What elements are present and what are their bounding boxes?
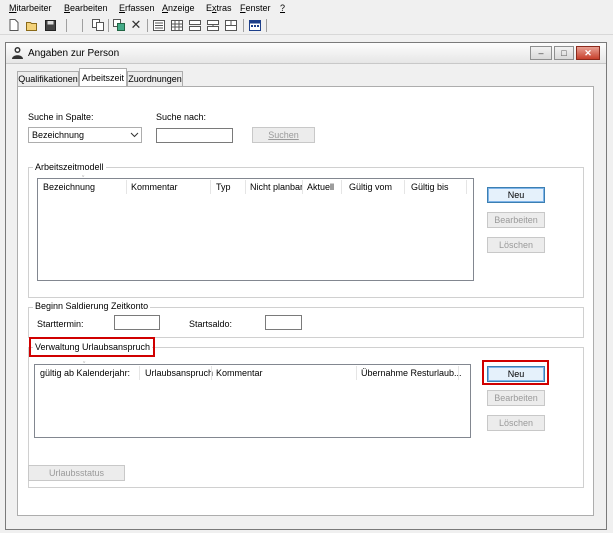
person-details-window: Angaben zur Person ‒ □ ✕ Qualifikationen… (5, 42, 607, 530)
highlight-box (482, 360, 549, 385)
urlaubsanspruch-list[interactable]: ˇ gültig ab Kalenderjahr: Urlaubsanspruc… (34, 362, 471, 438)
saldierung-group (28, 307, 584, 338)
menu-anzeige[interactable]: Anzeige (162, 3, 195, 13)
column-divider (404, 180, 405, 194)
arbeitszeitmodell-title: Arbeitszeitmodell (33, 162, 106, 172)
window-title: Angaben zur Person (28, 48, 120, 59)
column-header-gueltig-bis[interactable]: Gültig bis (411, 182, 449, 192)
column-header-gueltig-vom[interactable]: Gültig vom (349, 182, 392, 192)
chevron-down-icon (130, 129, 139, 143)
button-label: Urlaubsstatus (48, 468, 105, 478)
column-divider (245, 180, 246, 194)
toolbar-separator (108, 19, 109, 32)
button-label: Löschen (498, 418, 534, 428)
search-button-label: Suchen (268, 130, 299, 140)
column-header-kommentar[interactable]: Kommentar (216, 368, 263, 378)
menu-bearbeiten[interactable]: Bearbeiten (64, 3, 108, 13)
button-label: Bearbeiten (494, 393, 538, 403)
search-term-label: Suche nach: (156, 112, 207, 122)
toolbar-separator (266, 19, 267, 32)
startsaldo-label: Startsaldo: (189, 319, 233, 329)
column-header-aktuell[interactable]: Aktuell (307, 182, 334, 192)
urlaub-delete-button[interactable]: Löschen (487, 415, 545, 431)
link-icon[interactable] (113, 19, 125, 31)
column-header-kommentar[interactable]: Kommentar (131, 182, 178, 192)
tab-arbeitszeit[interactable]: Arbeitszeit (79, 68, 127, 86)
highlight-box (29, 337, 155, 357)
open-folder-icon[interactable] (26, 19, 38, 31)
list-view-icon[interactable] (153, 19, 165, 31)
arbeitszeitmodell-list[interactable]: ˇ Bezeichnung Kommentar Typ Nicht planba… (37, 176, 474, 281)
column-divider (126, 180, 127, 194)
column-header-urlaubsanspruch[interactable]: Urlaubsanspruch (145, 368, 213, 378)
column-header-gueltig-ab[interactable]: gültig ab Kalenderjahr: (40, 368, 130, 378)
new-document-icon[interactable] (8, 19, 20, 31)
save-icon[interactable] (44, 19, 56, 31)
tab-label: Qualifikationen (18, 74, 78, 84)
arbeitszeitmodell-edit-button[interactable]: Bearbeiten (487, 212, 545, 228)
window-titlebar[interactable]: Angaben zur Person ‒ □ ✕ (6, 43, 606, 64)
search-button[interactable]: Suchen (252, 127, 315, 143)
close-button[interactable]: ✕ (576, 46, 600, 60)
search-column-label: Suche in Spalte: (28, 112, 94, 122)
delete-icon[interactable]: ✕ (130, 17, 142, 32)
tab-qualifikationen[interactable]: Qualifikationen (17, 71, 79, 86)
tab-panel-arbeitszeit: Suche in Spalte: Bezeichnung Suche nach:… (17, 86, 594, 516)
toolbar-separator (147, 19, 148, 32)
column-header-nicht-planbar[interactable]: Nicht planbar (250, 182, 303, 192)
column-header-bezeichnung[interactable]: Bezeichnung (43, 182, 95, 192)
column-divider (302, 180, 303, 194)
urlaubsstatus-button[interactable]: Urlaubsstatus (28, 465, 125, 481)
column-header-uebernahme-resturlaub[interactable]: Übernahme Resturlaub... (361, 368, 462, 378)
column-header-typ[interactable]: Typ (216, 182, 231, 192)
grid-view-icon[interactable] (171, 19, 183, 31)
menu-erfassen[interactable]: Erfassen (119, 3, 155, 13)
toolbar: ✕ (0, 17, 613, 35)
tab-zuordnungen[interactable]: Zuordnungen (127, 71, 183, 86)
column-divider (210, 180, 211, 194)
tab-label: Zuordnungen (128, 74, 182, 84)
move-down-icon[interactable] (207, 19, 219, 31)
urlaub-edit-button[interactable]: Bearbeiten (487, 390, 545, 406)
column-divider (356, 366, 357, 380)
search-column-select[interactable]: Bezeichnung (28, 127, 142, 143)
button-label: Bearbeiten (494, 215, 538, 225)
calendar-icon[interactable] (249, 19, 261, 31)
person-icon (11, 46, 24, 61)
move-up-icon[interactable] (189, 19, 201, 31)
button-label: Neu (507, 190, 525, 200)
arbeitszeitmodell-delete-button[interactable]: Löschen (487, 237, 545, 253)
column-divider (466, 180, 467, 194)
tab-label: Arbeitszeit (81, 72, 125, 83)
maximize-button[interactable]: □ (554, 46, 574, 60)
button-label: Löschen (498, 240, 534, 250)
toolbar-separator (66, 19, 67, 32)
search-term-input[interactable] (156, 128, 233, 143)
copy-icon[interactable] (92, 19, 104, 31)
arbeitszeitmodell-new-button[interactable]: Neu (487, 187, 545, 203)
column-divider (341, 180, 342, 194)
menu-help[interactable]: ? (280, 3, 285, 13)
startsaldo-input[interactable] (265, 315, 302, 330)
menu-extras[interactable]: Extras (206, 3, 232, 13)
menu-mitarbeiter[interactable]: Mitarbeiter (9, 3, 52, 13)
minimize-button[interactable]: ‒ (530, 46, 552, 60)
search-column-value: Bezeichnung (32, 130, 85, 140)
column-divider (139, 366, 140, 380)
column-divider (211, 366, 212, 380)
split-view-icon[interactable] (225, 19, 237, 31)
saldierung-title: Beginn Saldierung Zeitkonto (33, 301, 151, 311)
toolbar-separator (243, 19, 244, 32)
menubar: Mitarbeiter Bearbeiten Erfassen Anzeige … (0, 0, 613, 17)
menu-fenster[interactable]: Fenster (240, 3, 271, 13)
toolbar-separator (82, 19, 83, 32)
column-divider (458, 366, 459, 380)
starttermin-input[interactable] (114, 315, 160, 330)
starttermin-label: Starttermin: (37, 319, 84, 329)
